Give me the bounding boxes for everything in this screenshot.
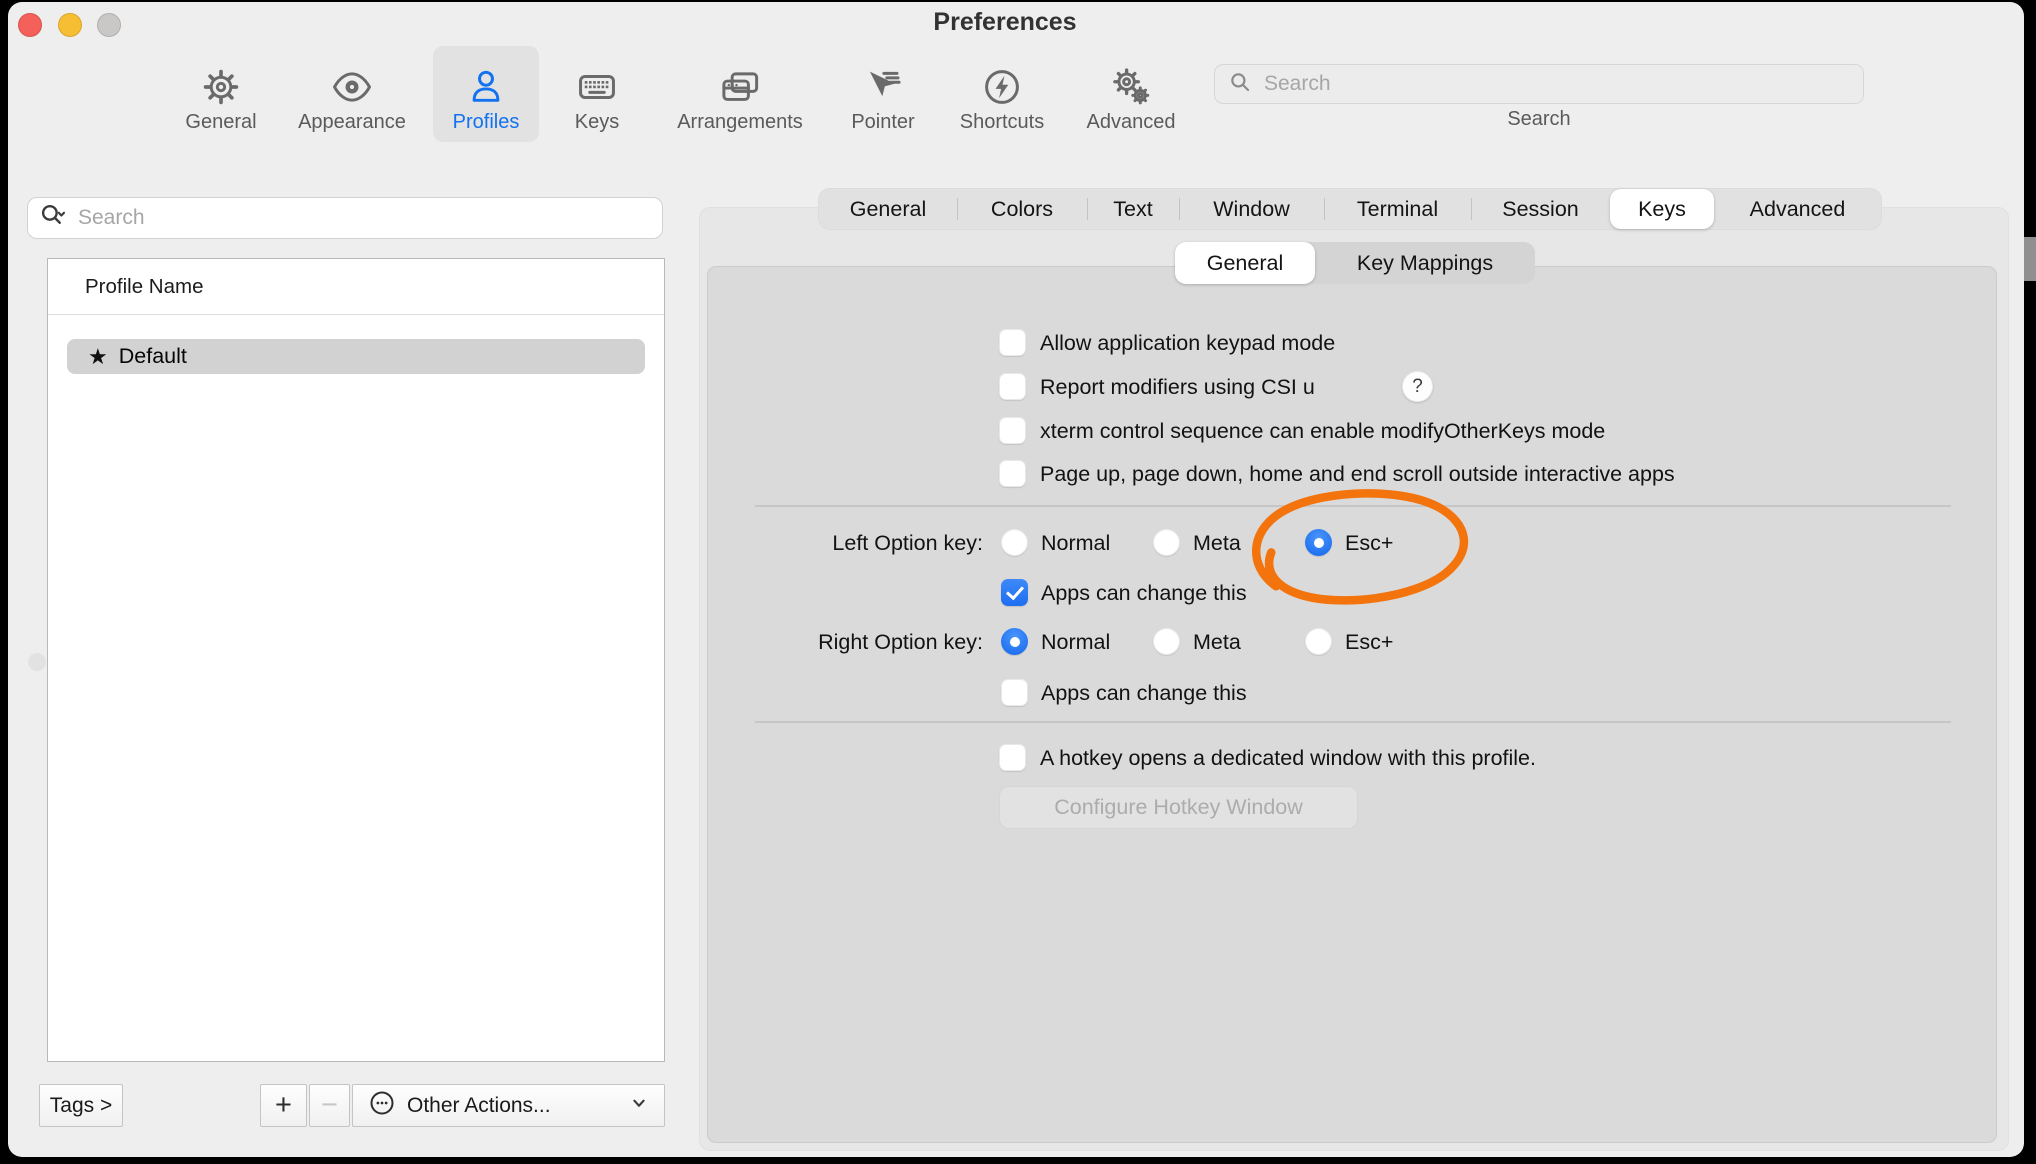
keys-subtab-bar: General Key Mappings xyxy=(1175,242,1535,284)
checkbox-modifyotherkeys[interactable] xyxy=(999,417,1026,444)
toolbar-label: Keys xyxy=(575,111,619,134)
gear-icon xyxy=(199,65,243,109)
radio-label: Normal xyxy=(1041,531,1110,556)
screenshot-stage: Preferences General Appearance xyxy=(0,0,2036,1164)
left-option-key-label: Left Option key: xyxy=(703,531,983,556)
subtab-key-mappings[interactable]: Key Mappings xyxy=(1315,242,1535,284)
tab-keys[interactable]: Keys xyxy=(1610,189,1714,229)
other-actions-label: Other Actions... xyxy=(407,1094,551,1118)
checkbox-hotkey-window[interactable] xyxy=(999,744,1026,771)
tab-advanced[interactable]: Advanced xyxy=(1714,189,1881,229)
radio-left-meta[interactable] xyxy=(1153,529,1180,556)
toolbar-label: Shortcuts xyxy=(960,111,1044,134)
star-icon: ★ xyxy=(88,344,108,370)
profile-search-field[interactable] xyxy=(27,197,663,239)
search-icon xyxy=(1227,69,1253,100)
tags-button[interactable]: Tags > xyxy=(39,1084,123,1127)
checkbox-label: Report modifiers using CSI u xyxy=(1040,375,1315,400)
help-button[interactable]: ? xyxy=(1402,371,1433,402)
profile-list-header: Profile Name xyxy=(48,259,664,315)
toolbar-item-shortcuts[interactable]: Shortcuts xyxy=(942,46,1062,142)
profile-tab-bar: General Colors Text Window Terminal Sess… xyxy=(819,189,1881,229)
gears-icon xyxy=(1109,65,1153,109)
checkbox-label: xterm control sequence can enable modify… xyxy=(1040,419,1605,444)
search-menu-icon xyxy=(38,201,68,236)
tab-session[interactable]: Session xyxy=(1471,189,1610,229)
tab-text[interactable]: Text xyxy=(1087,189,1179,229)
checkbox-label: A hotkey opens a dedicated window with t… xyxy=(1040,746,1536,771)
chevron-down-icon xyxy=(628,1092,650,1120)
splitter-knob[interactable] xyxy=(28,653,46,671)
add-profile-button[interactable]: + xyxy=(260,1084,307,1127)
toolbar-item-profiles[interactable]: Profiles xyxy=(433,46,539,142)
remove-profile-button[interactable]: − xyxy=(309,1084,350,1127)
circle-ellipsis-icon xyxy=(367,1088,397,1124)
toolbar-label: Arrangements xyxy=(677,111,803,134)
radio-right-esc[interactable] xyxy=(1305,628,1332,655)
tab-window[interactable]: Window xyxy=(1179,189,1324,229)
checkbox-label: Apps can change this xyxy=(1041,581,1247,606)
toolbar-item-pointer[interactable]: Pointer xyxy=(833,46,933,142)
bolt-circle-icon xyxy=(980,65,1024,109)
radio-left-normal[interactable] xyxy=(1001,529,1028,556)
checkbox-left-apps-can-change[interactable] xyxy=(1001,579,1028,606)
radio-label: Normal xyxy=(1041,630,1110,655)
tab-colors[interactable]: Colors xyxy=(957,189,1087,229)
toolbar-search-field[interactable] xyxy=(1214,64,1864,104)
radio-label: Meta xyxy=(1193,531,1241,556)
radio-right-meta[interactable] xyxy=(1153,628,1180,655)
toolbar-item-general[interactable]: General xyxy=(168,46,274,142)
checkbox-label: Allow application keypad mode xyxy=(1040,331,1335,356)
profile-list: Profile Name ★ Default xyxy=(47,258,665,1062)
keyboard-icon xyxy=(575,65,619,109)
profile-search-input[interactable] xyxy=(76,205,652,231)
right-option-key-label: Right Option key: xyxy=(703,630,983,655)
keys-general-panel xyxy=(707,266,1997,1143)
toolbar-item-keys[interactable]: Keys xyxy=(552,46,642,142)
toolbar-label: Pointer xyxy=(851,111,914,134)
toolbar-label: Appearance xyxy=(298,111,406,134)
profile-row-default[interactable]: ★ Default xyxy=(67,339,645,374)
tab-terminal[interactable]: Terminal xyxy=(1324,189,1471,229)
subtab-general[interactable]: General xyxy=(1175,242,1315,284)
toolbar-label: General xyxy=(185,111,256,134)
window-title: Preferences xyxy=(0,8,2010,37)
tab-general[interactable]: General xyxy=(819,189,957,229)
toolbar-item-advanced[interactable]: Advanced xyxy=(1071,46,1191,142)
toolbar-search-label: Search xyxy=(1214,108,1864,131)
radio-right-normal[interactable] xyxy=(1001,628,1028,655)
checkbox-csi-u[interactable] xyxy=(999,373,1026,400)
divider xyxy=(755,721,1951,723)
windows-icon xyxy=(718,65,762,109)
toolbar-label: Advanced xyxy=(1087,111,1176,134)
toolbar-search-input[interactable] xyxy=(1262,71,1851,97)
other-actions-dropdown[interactable]: Other Actions... xyxy=(352,1084,665,1127)
checkbox-right-apps-can-change[interactable] xyxy=(1001,679,1028,706)
profile-name: Default xyxy=(119,344,187,369)
background-notch xyxy=(2024,237,2036,281)
checkbox-scroll-outside-apps[interactable] xyxy=(999,460,1026,487)
configure-hotkey-window-button: Configure Hotkey Window xyxy=(1000,787,1357,828)
toolbar-item-appearance[interactable]: Appearance xyxy=(287,46,417,142)
checkbox-application-keypad[interactable] xyxy=(999,329,1026,356)
eye-icon xyxy=(330,65,374,109)
toolbar-label: Profiles xyxy=(453,111,520,134)
checkbox-label: Apps can change this xyxy=(1041,681,1247,706)
radio-label: Esc+ xyxy=(1345,630,1393,655)
cursor-icon xyxy=(861,65,905,109)
person-icon xyxy=(464,65,508,109)
radio-label: Meta xyxy=(1193,630,1241,655)
toolbar-item-arrangements[interactable]: Arrangements xyxy=(660,46,820,142)
orange-ellipse-annotation xyxy=(1235,478,1477,612)
